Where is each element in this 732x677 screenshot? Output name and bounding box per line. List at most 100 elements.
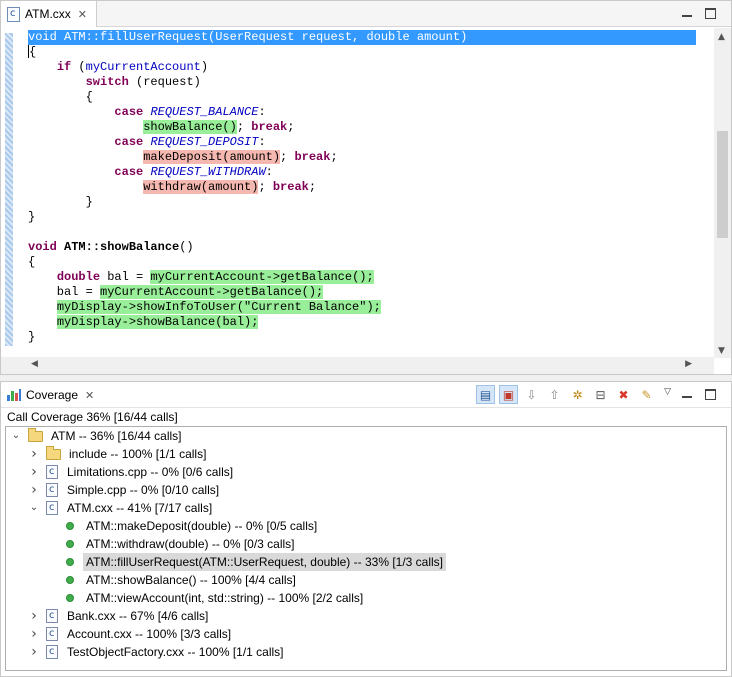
tree-file-item[interactable]: › TestObjectFactory.cxx -- 100% [1/1 call…: [28, 643, 287, 661]
code-line[interactable]: switch (request): [28, 75, 696, 90]
tree-function-item[interactable]: ATM::makeDeposit(double) -- 0% [0/5 call…: [46, 517, 320, 535]
code-token: ;: [330, 150, 338, 164]
code-line[interactable]: case REQUEST_BALANCE:: [28, 105, 696, 120]
code-token: ): [200, 60, 209, 74]
code-token: myCurrentAccount->getBalance();: [100, 285, 324, 299]
editor-tab-bar: ATM.cxx ✕: [1, 1, 731, 27]
function-icon: [66, 540, 74, 548]
code-line[interactable]: [28, 225, 696, 240]
close-icon[interactable]: ✕: [78, 8, 87, 21]
code-line[interactable]: }: [28, 195, 696, 210]
minimize-icon[interactable]: [680, 6, 694, 20]
close-icon[interactable]: ✕: [85, 389, 94, 402]
maximize-icon[interactable]: [705, 8, 716, 19]
tree-file-item[interactable]: ⌄ ATM -- 36% [16/44 calls]: [10, 427, 185, 445]
maximize-icon[interactable]: [705, 389, 716, 400]
scroll-down-icon[interactable]: ▼: [718, 346, 725, 356]
code-line[interactable]: double bal = myCurrentAccount->getBalanc…: [28, 270, 696, 285]
tree-item-label: Limitations.cpp -- 0% [0/6 calls]: [67, 465, 234, 479]
tree-file-item[interactable]: › include -- 100% [1/1 calls]: [28, 445, 209, 463]
tree-file-item[interactable]: › Limitations.cpp -- 0% [0/6 calls]: [28, 463, 236, 481]
tree-file-item[interactable]: ⌄ ATM.cxx -- 41% [7/17 calls]: [28, 499, 215, 517]
code-line[interactable]: }: [28, 210, 696, 225]
tree-file-item[interactable]: › Account.cxx -- 100% [3/3 calls]: [28, 625, 234, 643]
settings-icon[interactable]: ✲: [568, 385, 587, 404]
code-token: void ATM::fillUserRequest(UserRequest re…: [28, 30, 468, 44]
code-token: ;: [258, 180, 273, 194]
code-token: {: [28, 255, 36, 269]
coverage-tree[interactable]: ⌄ ATM -- 36% [16/44 calls] › include -- 100…: [5, 426, 727, 671]
vertical-scrollbar[interactable]: ▲ ▼: [714, 28, 731, 358]
code-token: makeDeposit(amount): [143, 150, 281, 164]
view-menu-icon[interactable]: ▽: [664, 387, 671, 397]
tree-file-item[interactable]: › Bank.cxx -- 67% [4/6 calls]: [28, 607, 211, 625]
code-lines: void ATM::fillUserRequest(UserRequest re…: [28, 30, 696, 345]
code-line[interactable]: case REQUEST_WITHDRAW:: [28, 165, 696, 180]
code-line[interactable]: bal = myCurrentAccount->getBalance();: [28, 285, 696, 300]
code-line[interactable]: myDisplay->showInfoToUser("Current Balan…: [28, 300, 696, 315]
merge-icon[interactable]: ✎: [637, 385, 656, 404]
code-token: case: [114, 165, 144, 179]
code-line-selected[interactable]: void ATM::fillUserRequest(UserRequest re…: [28, 30, 696, 45]
cpp-file-icon: [7, 6, 20, 22]
code-token: :: [258, 105, 266, 119]
code-line[interactable]: }: [28, 330, 696, 345]
collapsed-chevron-icon[interactable]: ›: [28, 625, 40, 643]
code-token: ;: [236, 120, 252, 134]
tree-item-label: ATM::fillUserRequest(ATM::UserRequest, d…: [83, 553, 447, 571]
collapsed-chevron-icon[interactable]: ›: [28, 481, 40, 499]
coverage-toolbar: ▤ ▣ ⇩ ⇧ ✲ ⊟ ✖ ✎: [476, 385, 656, 405]
tree-function-item[interactable]: ATM::withdraw(double) -- 0% [0/3 calls]: [46, 535, 298, 553]
tree-item-label: TestObjectFactory.cxx -- 100% [1/1 calls…: [67, 645, 284, 659]
code-token: REQUEST_BALANCE: [150, 105, 259, 119]
code-line[interactable]: {: [28, 45, 696, 60]
scrollbar-thumb[interactable]: [717, 131, 728, 238]
collapse-all-icon[interactable]: ⊟: [591, 385, 610, 404]
code-line[interactable]: myDisplay->showBalance(bal);: [28, 315, 696, 330]
code-line[interactable]: void ATM::showBalance(): [28, 240, 696, 255]
code-token: ;: [308, 180, 317, 194]
code-token: myCurrentAccount->getBalance();: [150, 270, 374, 284]
code-line[interactable]: makeDeposit(amount); break;: [28, 150, 696, 165]
coverage-summary: Call Coverage 36% [16/44 calls]: [7, 410, 178, 424]
tree-file-item[interactable]: › Simple.cpp -- 0% [0/10 calls]: [28, 481, 222, 499]
next-up-icon[interactable]: ⇧: [545, 385, 564, 404]
cpp-file-icon: [46, 625, 58, 643]
show-files-icon[interactable]: ▤: [476, 385, 495, 404]
horizontal-scrollbar[interactable]: ◀ ▶: [1, 357, 714, 374]
collapsed-chevron-icon[interactable]: ›: [28, 607, 40, 625]
scroll-up-icon[interactable]: ▲: [718, 32, 725, 42]
tree-function-item[interactable]: ATM::viewAccount(int, std::string) -- 10…: [46, 589, 366, 607]
code-line[interactable]: {: [28, 90, 696, 105]
folder-icon: [28, 427, 43, 442]
tree-item-label: ATM::showBalance() -- 100% [4/4 calls]: [86, 573, 296, 587]
minimize-icon[interactable]: [680, 387, 694, 401]
remove-icon[interactable]: ✖: [614, 385, 633, 404]
tree-item-label: include -- 100% [1/1 calls]: [69, 447, 207, 461]
expanded-chevron-icon[interactable]: ⌄: [28, 499, 40, 517]
code-line[interactable]: showBalance(); break;: [28, 120, 696, 135]
code-line[interactable]: withdraw(amount); break;: [28, 180, 696, 195]
code-token: {: [28, 90, 93, 104]
expanded-chevron-icon[interactable]: ⌄: [10, 427, 22, 445]
collapsed-chevron-icon[interactable]: ›: [28, 445, 40, 463]
next-down-icon[interactable]: ⇩: [522, 385, 541, 404]
tab-coverage[interactable]: Coverage ✕: [1, 382, 105, 408]
code-line[interactable]: case REQUEST_DEPOSIT:: [28, 135, 696, 150]
show-functions-icon[interactable]: ▣: [499, 385, 518, 404]
collapsed-chevron-icon[interactable]: ›: [28, 463, 40, 481]
editor-tab-atm-cxx[interactable]: ATM.cxx ✕: [1, 1, 97, 27]
scroll-left-icon[interactable]: ◀: [31, 359, 38, 369]
code-token: bal =: [28, 285, 101, 299]
tree-function-item[interactable]: ATM::fillUserRequest(ATM::UserRequest, d…: [46, 553, 447, 571]
code-token: (request): [128, 75, 201, 89]
code-line[interactable]: {: [28, 255, 696, 270]
scroll-right-icon[interactable]: ▶: [685, 359, 692, 369]
code-line[interactable]: if (myCurrentAccount): [28, 60, 696, 75]
tree-function-item[interactable]: ATM::showBalance() -- 100% [4/4 calls]: [46, 571, 299, 589]
code-token: if: [56, 60, 72, 74]
code-editor[interactable]: void ATM::fillUserRequest(UserRequest re…: [1, 28, 731, 358]
collapsed-chevron-icon[interactable]: ›: [28, 643, 40, 661]
